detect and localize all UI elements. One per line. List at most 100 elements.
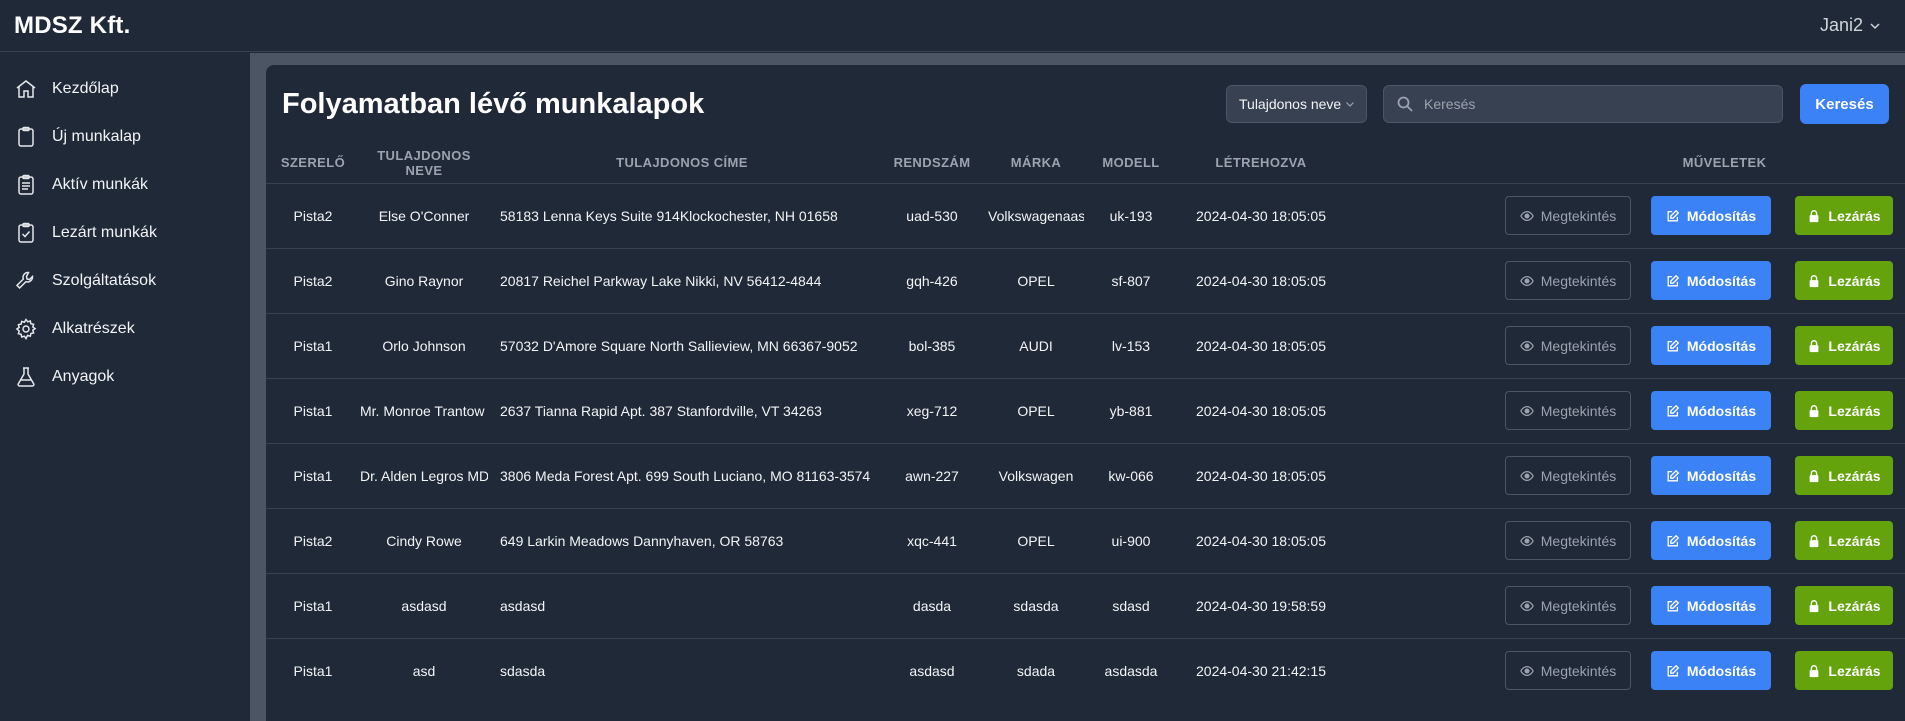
- edit-button[interactable]: Módosítás: [1651, 326, 1771, 365]
- cell-actions: Megtekintés Módosítás Lezárás: [1344, 377, 1905, 443]
- cell-actions: Megtekintés Módosítás Lezárás: [1344, 637, 1905, 703]
- sidebar: Kezdőlap Új munkalap Aktív munkák Lezárt…: [0, 53, 250, 721]
- sidebar-item-materials[interactable]: Anyagok: [0, 353, 250, 401]
- search-input[interactable]: [1424, 96, 1764, 112]
- close-button[interactable]: Lezárás: [1795, 521, 1893, 560]
- view-button[interactable]: Megtekintés: [1505, 326, 1631, 365]
- column-header: Rendszám: [893, 155, 971, 171]
- view-button[interactable]: Megtekintés: [1505, 586, 1631, 625]
- cell-address: asdasd: [488, 572, 876, 638]
- clipboard-check-icon: [18, 222, 34, 243]
- sidebar-item-label: Lezárt munkák: [52, 224, 157, 241]
- column-header: Modell: [1102, 155, 1160, 171]
- user-menu[interactable]: Jani2: [1820, 15, 1891, 36]
- sidebar-item-parts[interactable]: Alkatrészek: [0, 305, 250, 353]
- edit-button[interactable]: Módosítás: [1651, 391, 1771, 430]
- edit-button[interactable]: Módosítás: [1651, 586, 1771, 625]
- close-button[interactable]: Lezárás: [1795, 261, 1893, 300]
- edit-icon: [1667, 534, 1680, 546]
- eye-icon: [1519, 665, 1534, 676]
- lock-icon: [1810, 209, 1819, 222]
- cell-brand: OPEL: [988, 247, 1084, 313]
- view-button[interactable]: Megtekintés: [1505, 391, 1631, 430]
- close-button[interactable]: Lezárás: [1795, 651, 1893, 691]
- cell-mechanic: Pista1: [266, 377, 360, 443]
- edit-button-label: Módosítás: [1686, 532, 1757, 549]
- close-button[interactable]: Lezárás: [1795, 586, 1893, 625]
- eye-icon: [1519, 470, 1534, 481]
- chevron-down-icon: [1346, 102, 1355, 107]
- edit-button[interactable]: Módosítás: [1651, 196, 1771, 235]
- row-actions: Megtekintés Módosítás Lezárás: [1344, 586, 1905, 625]
- lock-icon: [1810, 339, 1819, 352]
- cell-address: 3806 Meda Forest Apt. 699 South Luciano,…: [488, 442, 876, 508]
- cell-address: 57032 D'Amore Square North Sallieview, M…: [488, 312, 876, 378]
- cell-address: 58183 Lenna Keys Suite 914Klockochester,…: [488, 182, 876, 248]
- table-row: Pista1 asd sdasda asdasd sdada asdasda 2024-04…: [266, 637, 1905, 703]
- eye-icon: [1519, 210, 1534, 221]
- cell-plate: xqc-441: [876, 507, 988, 573]
- edit-button[interactable]: Módosítás: [1651, 261, 1771, 300]
- table-row: Pista2 Cindy Rowe 649 Larkin Meadows Danny…: [266, 507, 1905, 573]
- cell-mechanic: Pista2: [266, 182, 360, 248]
- view-button[interactable]: Megtekintés: [1505, 196, 1631, 235]
- cell-model: asdasda: [1084, 637, 1178, 703]
- sidebar-item-label: Kezdőlap: [52, 80, 119, 97]
- cell-address: 2637 Tianna Rapid Apt. 387 Stanfordville…: [488, 377, 876, 443]
- row-actions: Megtekintés Módosítás Lezárás: [1344, 521, 1905, 560]
- clipboard-icon: [18, 126, 34, 147]
- edit-button-label: Módosítás: [1686, 467, 1757, 484]
- view-button[interactable]: Megtekintés: [1505, 651, 1631, 691]
- cell-actions: Megtekintés Módosítás Lezárás: [1344, 182, 1905, 248]
- view-button-label: Megtekintés: [1540, 272, 1617, 289]
- cell-model: uk-193: [1084, 182, 1178, 248]
- search-button[interactable]: Keresés: [1800, 84, 1889, 124]
- close-button-label: Lezárás: [1828, 337, 1881, 354]
- close-button-label: Lezárás: [1828, 532, 1881, 549]
- close-button-label: Lezárás: [1828, 597, 1881, 614]
- sidebar-item-new-worksheet[interactable]: Új munkalap: [0, 113, 250, 161]
- edit-button[interactable]: Módosítás: [1651, 651, 1771, 691]
- sidebar-item-label: Aktív munkák: [52, 176, 149, 193]
- cell-actions: Megtekintés Módosítás Lezárás: [1344, 572, 1905, 638]
- edit-button-label: Módosítás: [1686, 272, 1757, 289]
- view-button[interactable]: Megtekintés: [1505, 521, 1631, 560]
- close-button[interactable]: Lezárás: [1795, 391, 1893, 430]
- close-button[interactable]: Lezárás: [1795, 326, 1893, 365]
- close-button[interactable]: Lezárás: [1795, 456, 1893, 495]
- sidebar-item-active-jobs[interactable]: Aktív munkák: [0, 161, 250, 209]
- table-row: Pista1 asdasd asdasd dasda sdasda sdasd 2024-0…: [266, 572, 1905, 638]
- close-button-label: Lezárás: [1828, 207, 1881, 224]
- search-field-select[interactable]: Tulajdonos neve: [1226, 85, 1367, 123]
- view-button[interactable]: Megtekintés: [1505, 261, 1631, 300]
- sidebar-item-home[interactable]: Kezdőlap: [0, 65, 250, 113]
- eye-icon: [1519, 340, 1534, 351]
- cell-created: 2024-04-30 18:05:05: [1178, 442, 1344, 508]
- cell-owner: Else O'Conner: [360, 182, 488, 248]
- edit-icon: [1667, 209, 1680, 221]
- close-button-label: Lezárás: [1828, 402, 1881, 419]
- search-box[interactable]: [1383, 85, 1783, 123]
- table-row: Pista1 Mr. Monroe Trantow V 2637 Tianna Ra…: [266, 377, 1905, 443]
- cell-brand: OPEL: [988, 377, 1084, 443]
- close-button[interactable]: Lezárás: [1795, 196, 1893, 235]
- edit-icon: [1667, 274, 1680, 286]
- cell-model: yb-881: [1084, 377, 1178, 443]
- cell-owner: Gino Raynor: [360, 247, 488, 313]
- sidebar-item-services[interactable]: Szolgáltatások: [0, 257, 250, 305]
- cell-actions: Megtekintés Módosítás Lezárás: [1344, 507, 1905, 573]
- edit-button[interactable]: Módosítás: [1651, 456, 1771, 495]
- cell-owner: Dr. Alden Legros MD: [360, 442, 488, 508]
- view-button[interactable]: Megtekintés: [1505, 456, 1631, 495]
- cell-mechanic: Pista1: [266, 637, 360, 703]
- sidebar-item-closed-jobs[interactable]: Lezárt munkák: [0, 209, 250, 257]
- edit-button[interactable]: Módosítás: [1651, 521, 1771, 560]
- lock-icon: [1810, 664, 1819, 677]
- cell-plate: xeg-712: [876, 377, 988, 443]
- edit-button-label: Módosítás: [1686, 402, 1757, 419]
- cell-brand: sdada: [988, 637, 1084, 703]
- brand-logo[interactable]: MDSZ Kft.: [14, 12, 130, 40]
- cell-owner: Orlo Johnson: [360, 312, 488, 378]
- table-header-row: Szerelő Tulajdonos neve Tulajdonos címe …: [266, 143, 1905, 183]
- cell-mechanic: Pista2: [266, 507, 360, 573]
